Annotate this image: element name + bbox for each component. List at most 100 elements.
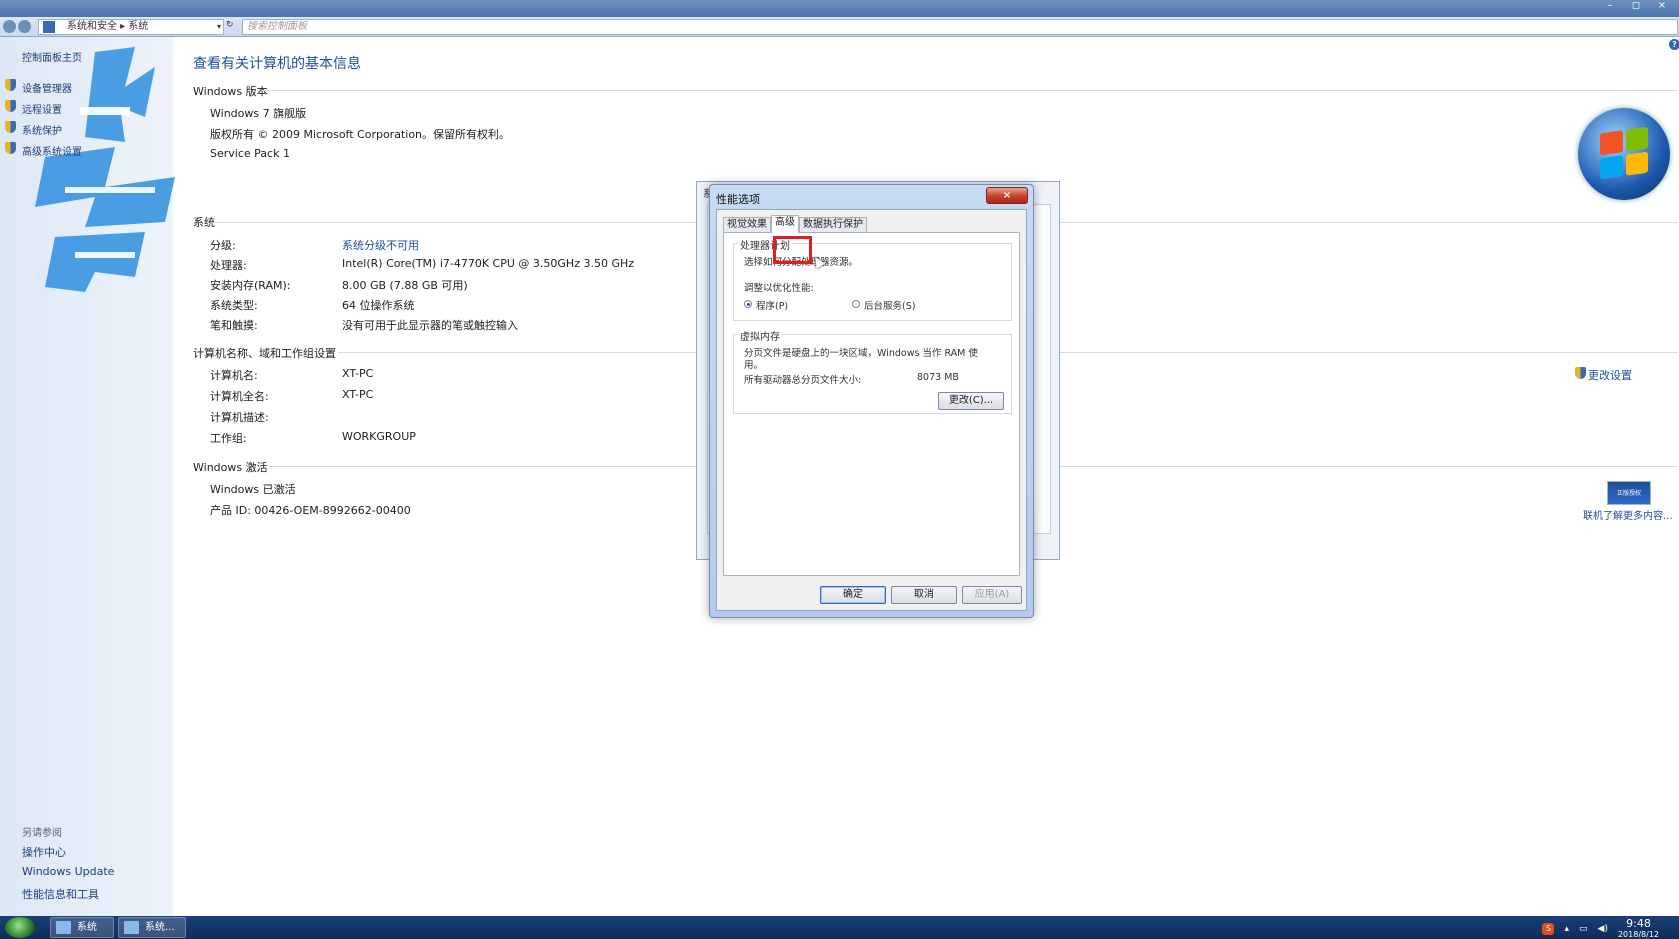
forward-button[interactable] — [18, 20, 31, 33]
virtual-memory-description-1: 分页文件是硬盘上的一块区域，Windows 当作 RAM 使 — [744, 348, 978, 359]
minimize-button[interactable]: – — [1599, 0, 1621, 13]
search-input[interactable]: 搜索控制面板 — [242, 19, 1678, 35]
page-title: 查看有关计算机的基本信息 — [193, 56, 361, 72]
performance-tools-link[interactable]: 性能信息和工具 — [22, 886, 99, 902]
volume-icon[interactable]: ◀) — [1598, 924, 1608, 934]
dialog-close-button[interactable]: × — [986, 187, 1028, 204]
system-tray: S ▴ ▭ ◀) 9:48 2018/8/12 — [1542, 918, 1659, 939]
paging-total-label: 所有驱动器总分页文件大小: — [744, 375, 862, 386]
product-id: 产品 ID: 00426-OEM-8992662-00400 — [210, 504, 411, 517]
control-panel-icon — [43, 21, 55, 33]
tab-advanced[interactable]: 高级 — [771, 215, 799, 233]
computer-name-heading: 计算机名称、域和工作组设置 — [193, 347, 336, 360]
taskbar: 系统 系统... S ▴ ▭ ◀) 9:48 2018/8/12 — [0, 916, 1679, 939]
address-bar: 系统和安全 ▸ 系统 ▾ ↻ 搜索控制面板 — [0, 17, 1679, 37]
advanced-system-settings-link[interactable]: 高级系统设置 — [22, 143, 82, 158]
chevron-down-icon[interactable]: ▾ — [217, 20, 221, 34]
full-computer-name-label: 计算机全名: — [210, 390, 269, 403]
change-paging-button[interactable]: 更改(C)... — [938, 392, 1004, 410]
close-window-button[interactable]: × — [1651, 0, 1673, 13]
show-hidden-icons-icon[interactable]: ▴ — [1564, 924, 1569, 934]
windows-edition: Windows 7 旗舰版 — [210, 107, 307, 120]
network-icon[interactable]: ▭ — [1579, 924, 1588, 934]
virtual-memory-description-2: 用。 — [744, 360, 764, 371]
programs-radio[interactable] — [744, 300, 752, 308]
dialog-title: 性能选项 — [716, 193, 760, 206]
clock-date: 2018/8/12 — [1617, 930, 1659, 939]
optimize-label: 调整以优化性能: — [744, 283, 814, 294]
ram-value: 8.00 GB (7.88 GB 可用) — [342, 279, 468, 292]
pen-touch-label: 笔和触摸: — [210, 319, 258, 332]
background-services-radio[interactable] — [852, 300, 860, 308]
system-heading: 系统 — [193, 216, 215, 229]
action-center-link[interactable]: 操作中心 — [22, 844, 66, 860]
shield-icon — [1575, 367, 1586, 379]
taskbar-item-system[interactable]: 系统 — [50, 917, 114, 938]
see-also-heading: 另请参阅 — [22, 828, 62, 839]
tab-dep[interactable]: 数据执行保护 — [799, 217, 867, 233]
computer-name-value: XT-PC — [342, 367, 374, 380]
shield-icon — [5, 100, 16, 112]
back-button[interactable] — [3, 20, 16, 33]
ime-icon[interactable]: S — [1542, 923, 1555, 935]
programs-radio-label[interactable]: 程序(P) — [756, 298, 788, 312]
processor-label: 处理器: — [210, 259, 247, 272]
shield-icon — [5, 79, 16, 91]
rating-label: 分级: — [210, 239, 236, 252]
system-type-value: 64 位操作系统 — [342, 299, 415, 312]
ok-button[interactable]: 确定 — [820, 586, 886, 604]
device-manager-link[interactable]: 设备管理器 — [22, 80, 72, 95]
tab-visual-effects[interactable]: 视觉效果 — [723, 217, 771, 233]
workgroup-value: WORKGROUP — [342, 430, 416, 443]
system-type-label: 系统类型: — [210, 299, 258, 312]
service-pack: Service Pack 1 — [210, 147, 290, 160]
cancel-button[interactable]: 取消 — [891, 586, 957, 604]
virtual-memory-group: 虚拟内存 分页文件是硬盘上的一块区域，Windows 当作 RAM 使 用。 所… — [733, 328, 1012, 414]
processor-value: Intel(R) Core(TM) i7-4770K CPU @ 3.50GHz… — [342, 257, 635, 270]
clock[interactable]: 9:48 2018/8/12 — [1618, 918, 1659, 939]
workgroup-label: 工作组: — [210, 432, 247, 445]
computer-description-label: 计算机描述: — [210, 411, 269, 424]
windows-update-link[interactable]: Windows Update — [22, 865, 114, 878]
windows-logo — [1578, 108, 1670, 200]
learn-more-link[interactable]: 联机了解更多内容... — [1583, 507, 1673, 522]
copyright-text: 版权所有 © 2009 Microsoft Corporation。保留所有权利… — [210, 128, 511, 141]
activation-heading: Windows 激活 — [193, 461, 268, 474]
refresh-button[interactable]: ↻ — [226, 20, 238, 34]
paging-total-value: 8073 MB — [917, 372, 959, 383]
ram-label: 安装内存(RAM): — [210, 279, 291, 292]
help-icon[interactable]: ? — [1669, 39, 1679, 50]
taskbar-item-system-2[interactable]: 系统... — [118, 917, 186, 938]
system-protection-link[interactable]: 系统保护 — [22, 122, 62, 137]
tab-strip: 视觉效果 高级 数据执行保护 — [723, 215, 867, 233]
virtual-memory-title: 虚拟内存 — [738, 328, 782, 343]
computer-name-label: 计算机名: — [210, 369, 258, 382]
genuine-badge: 正版授权 — [1607, 481, 1651, 505]
remote-settings-link[interactable]: 远程设置 — [22, 101, 62, 116]
computer-icon — [124, 921, 139, 934]
maximize-button[interactable]: ◻ — [1625, 0, 1647, 13]
pen-touch-value: 没有可用于此显示器的笔或触控输入 — [342, 319, 518, 332]
rating-link[interactable]: 系统分级不可用 — [342, 237, 419, 253]
divider — [262, 90, 1678, 91]
change-settings-link[interactable]: 更改设置 — [1588, 367, 1632, 383]
apply-button[interactable]: 应用(A) — [962, 586, 1022, 604]
background-services-label[interactable]: 后台服务(S) — [864, 298, 915, 312]
dialog-body: 视觉效果 高级 数据执行保护 处理器计划 选择如何分配处理器资源。 调整以优化性… — [716, 209, 1027, 611]
windows-flag-icon — [1600, 126, 1648, 180]
start-button[interactable] — [5, 917, 35, 938]
shield-icon — [5, 121, 16, 133]
edition-heading: Windows 版本 — [193, 85, 268, 98]
breadcrumb[interactable]: 系统和安全 ▸ 系统 ▾ — [38, 19, 224, 35]
window-titlebar: – ◻ × — [0, 0, 1679, 17]
taskbar-item-label: 系统... — [145, 922, 175, 933]
left-nav-pane: 控制面板主页 设备管理器 远程设置 系统保护 高级系统设置 另请参阅 操作中心 … — [0, 37, 175, 916]
clock-time: 9:48 — [1626, 917, 1651, 930]
highlight-box — [773, 236, 812, 264]
advanced-tab-panel: 处理器计划 选择如何分配处理器资源。 调整以优化性能: 程序(P) 后台服务(S… — [723, 232, 1020, 576]
computer-icon — [56, 921, 71, 934]
performance-options-dialog: 性能选项 × 视觉效果 高级 数据执行保护 处理器计划 选择如何分配处理器资源。… — [709, 184, 1034, 618]
control-panel-home-link[interactable]: 控制面板主页 — [22, 49, 82, 64]
activation-status: Windows 已激活 — [210, 483, 296, 496]
full-computer-name-value: XT-PC — [342, 388, 374, 401]
